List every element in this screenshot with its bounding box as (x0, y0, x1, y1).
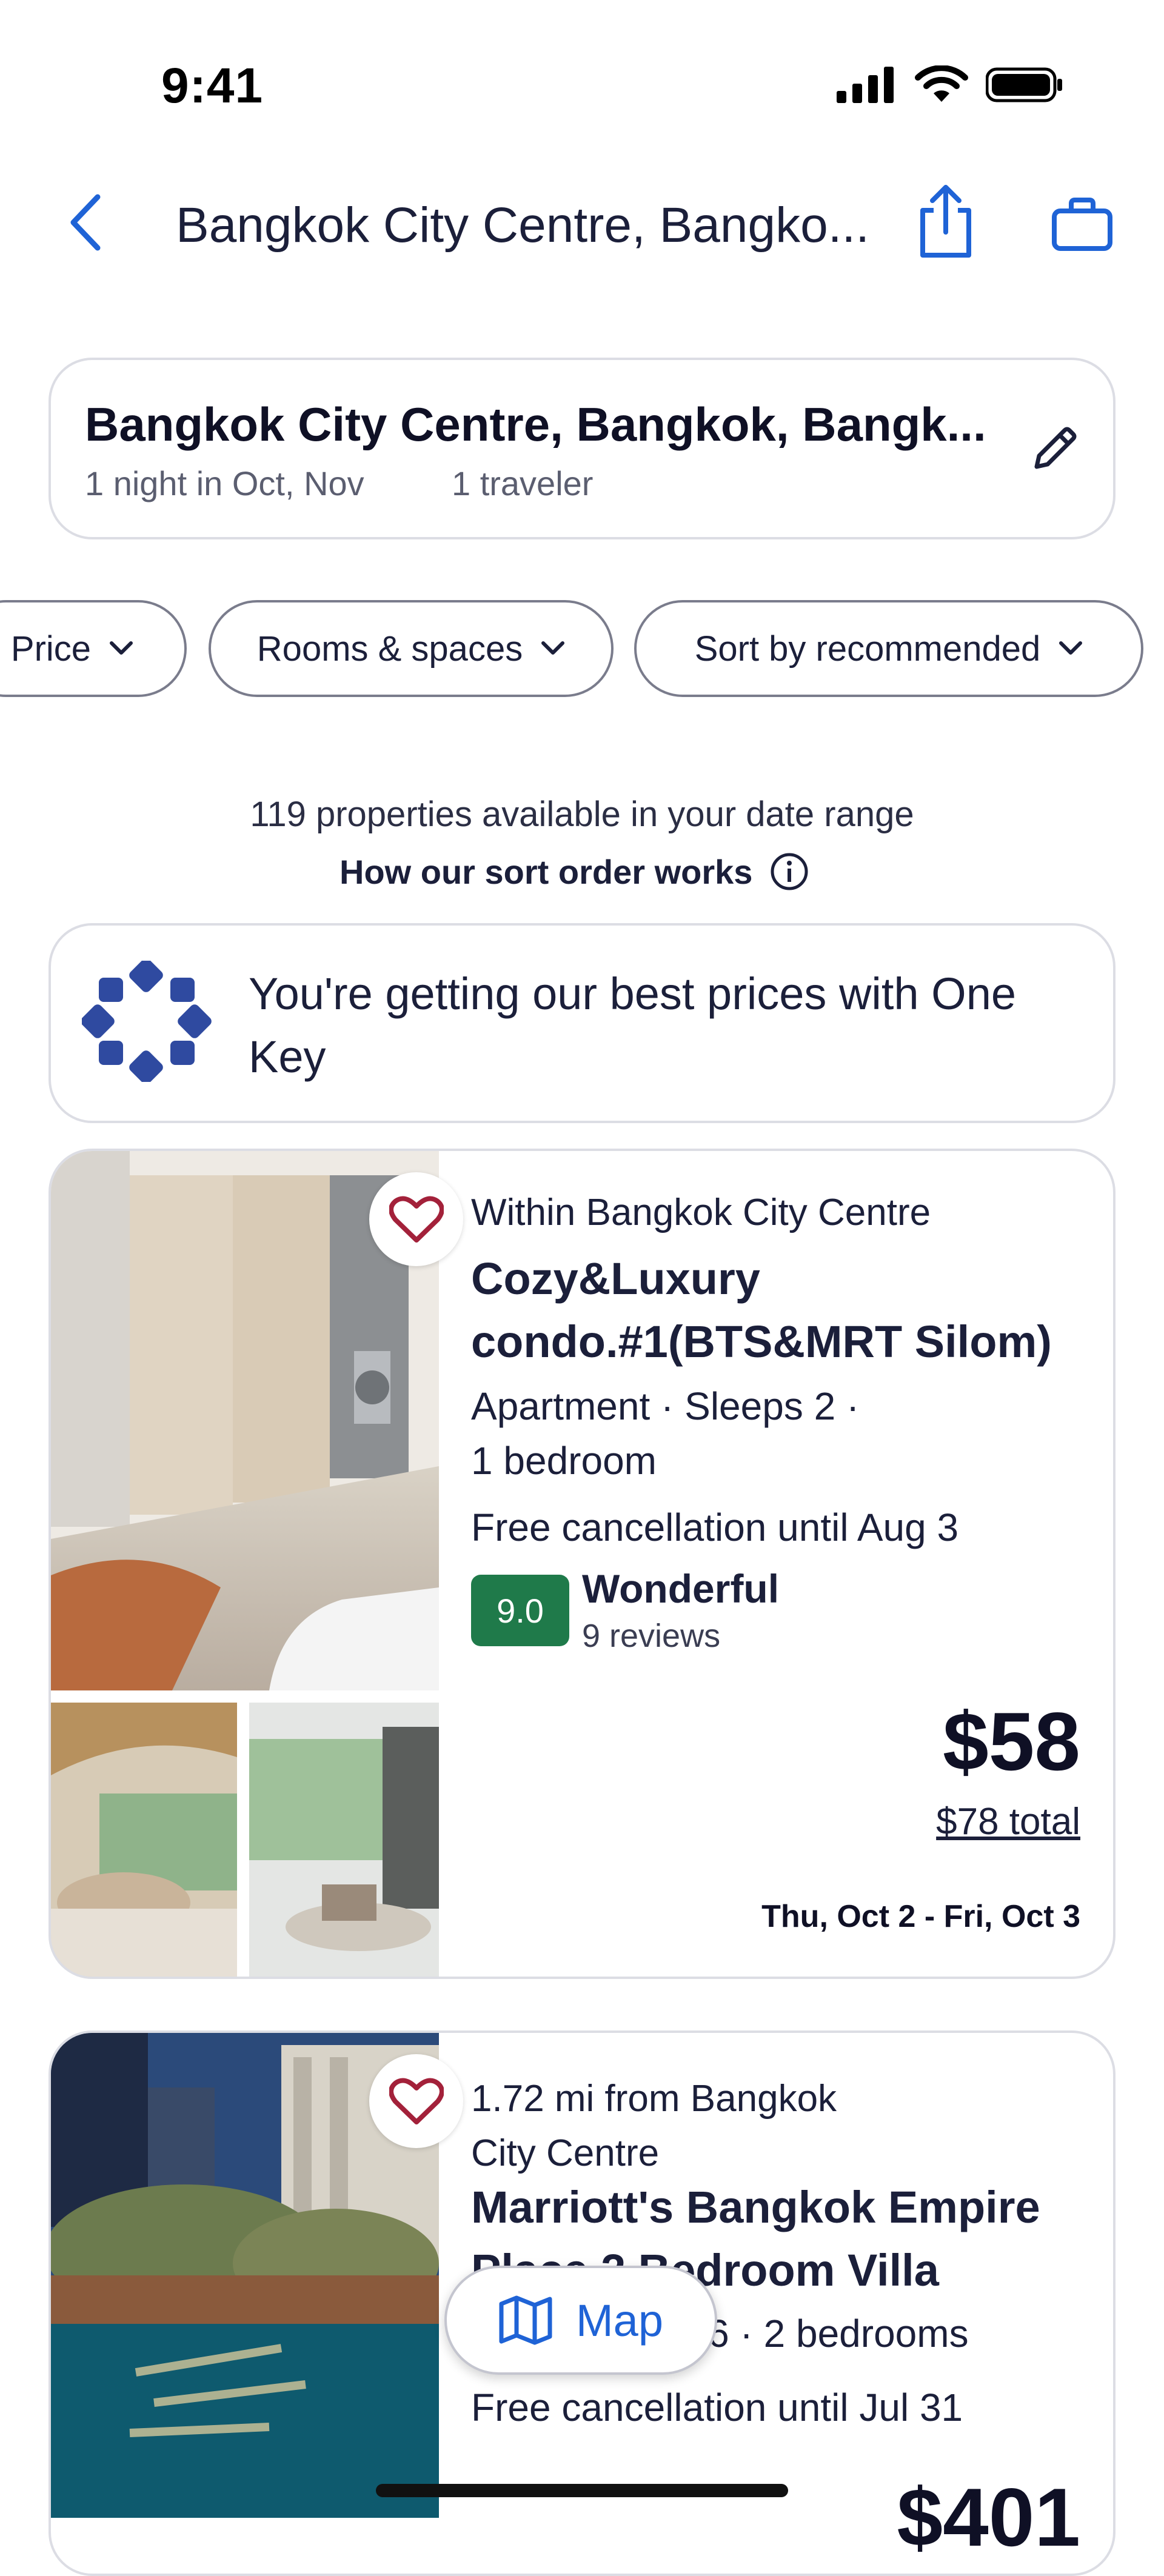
wifi-icon (915, 65, 968, 102)
search-dates: 1 night in Oct, Nov (85, 464, 364, 502)
onekey-logo-icon (82, 961, 212, 1082)
info-icon (771, 853, 808, 890)
signal-icon (837, 67, 894, 103)
property-photo-thumb (51, 1703, 237, 1977)
search-destination: Bangkok City Centre, Bangkok, Bangk... (85, 398, 986, 451)
nightly-price: $58 (943, 1695, 1080, 1787)
filter-rooms-label: Rooms & spaces (256, 629, 523, 669)
map-button-label: Map (576, 2295, 663, 2346)
property-name[interactable]: Cozy&Luxury condo.#1(BTS&MRT Silom) (471, 1247, 1052, 1373)
map-icon (499, 2295, 552, 2345)
property-location: Within Bangkok City Centre (471, 1192, 931, 1233)
page-title: Bangkok City Centre, Bangko... (176, 198, 870, 253)
battery-icon (986, 67, 1062, 102)
share-icon (920, 185, 971, 258)
property-photo-thumb (249, 1703, 439, 1977)
home-indicator (376, 2484, 788, 2497)
map-button[interactable]: Map (444, 2266, 717, 2375)
filter-sort[interactable]: Sort by recommended (634, 600, 1143, 697)
stay-dates: Thu, Oct 2 - Fri, Oct 3 (761, 1899, 1080, 1934)
onekey-message: You're getting our best prices with One … (249, 969, 1017, 1082)
back-button[interactable] (58, 189, 113, 256)
property-name-line: Cozy&Luxury (471, 1253, 760, 1304)
sort-order-info-link[interactable]: How our sort order works (340, 852, 809, 892)
filter-price[interactable]: Price (0, 600, 187, 697)
save-favorite-button[interactable] (369, 2054, 463, 2148)
property-desc-line: Apartment · Sleeps 2 · (471, 1384, 860, 1428)
review-score-badge: 9.0 (471, 1575, 569, 1646)
property-location-line: 1.72 mi from Bangkok (471, 2078, 837, 2120)
rating-label: Wonderful (582, 1566, 780, 1611)
property-location: 1.72 mi from Bangkok City Centre (471, 2072, 837, 2181)
share-button[interactable] (912, 182, 979, 261)
heart-icon (389, 2078, 444, 2124)
search-travelers: 1 traveler (452, 464, 594, 502)
free-cancellation: Free cancellation until Aug 3 (471, 1506, 959, 1549)
pencil-icon (1034, 427, 1077, 469)
property-name-line: Marriott's Bangkok Empire (471, 2182, 1040, 2232)
property-name-line: condo.#1(BTS&MRT Silom) (471, 1316, 1052, 1367)
filter-price-label: Price (10, 629, 92, 669)
heart-icon (389, 1196, 444, 1243)
total-price-link[interactable]: $78 total (936, 1800, 1080, 1843)
chevron-down-icon (1059, 641, 1083, 655)
edit-search-button[interactable] (1025, 418, 1085, 479)
property-description: Apartment · Sleeps 2 · 1 bedroom (471, 1379, 859, 1488)
free-cancellation: Free cancellation until Jul 31 (471, 2386, 963, 2429)
save-favorite-button[interactable] (369, 1172, 463, 1266)
property-location-line: City Centre (471, 2132, 660, 2174)
property-desc-line: 1 bedroom (471, 1439, 657, 1483)
chevron-left-icon (70, 194, 101, 251)
sort-order-info-label: How our sort order works (340, 852, 753, 891)
status-time: 9:41 (161, 58, 264, 113)
results-count: 119 properties available in your date ra… (250, 795, 914, 834)
review-count: 9 reviews (582, 1618, 721, 1654)
status-icons (837, 65, 1065, 104)
briefcase-icon (1052, 198, 1112, 251)
filter-rooms-spaces[interactable]: Rooms & spaces (209, 600, 614, 697)
trips-button[interactable] (1049, 191, 1116, 258)
chevron-down-icon (541, 641, 565, 655)
filter-sort-label: Sort by recommended (694, 629, 1041, 669)
chevron-down-icon (110, 641, 133, 655)
nightly-price: $401 (897, 2471, 1080, 2563)
